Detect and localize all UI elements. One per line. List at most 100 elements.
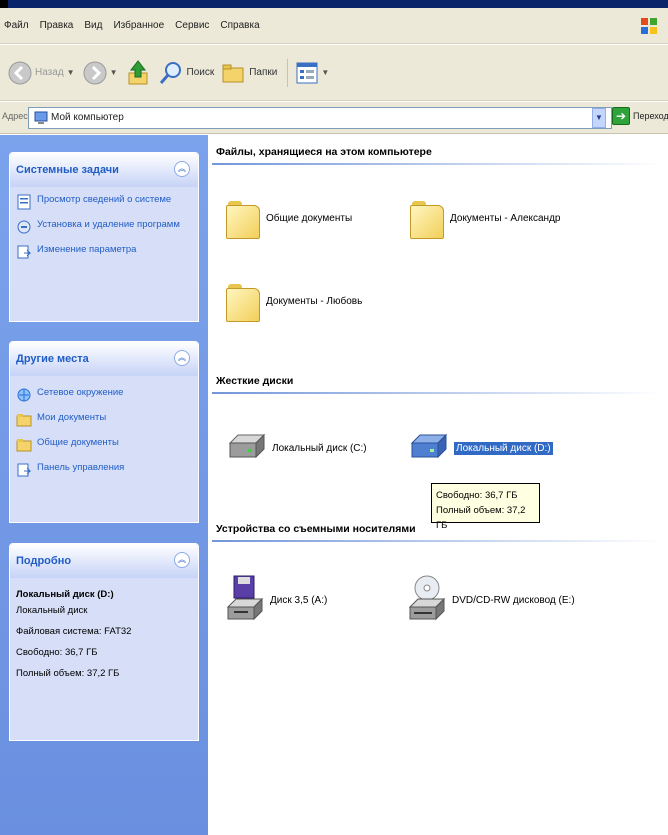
other-places-title: Другие места <box>16 353 89 365</box>
tooltip-free-space: Свободно: 36,7 ГБ <box>436 490 518 501</box>
task-pane: Системные задачи ︽ Просмотр сведений о с… <box>0 135 208 835</box>
folder-documents-alexander-label: Документы - Александр <box>450 212 561 224</box>
forward-dropdown-icon[interactable]: ▼ <box>110 68 118 77</box>
task-change-setting[interactable]: Изменение параметра <box>16 243 193 260</box>
system-info-icon <box>17 194 31 210</box>
windows-logo-icon <box>641 18 657 34</box>
folder-shared-documents-label: Общие документы <box>266 212 353 224</box>
details-free-space: Свободно: 36,7 ГБ <box>16 647 98 658</box>
control-panel-icon <box>17 463 32 477</box>
folder-documents-lyubov[interactable]: Документы - Любовь <box>226 280 362 322</box>
title-bar-corner <box>0 0 8 8</box>
task-system-info[interactable]: Просмотр сведений о системе <box>16 193 193 210</box>
menu-file[interactable]: Файл <box>4 20 29 31</box>
tooltip-total-size: Полный объем: 37,2 ГБ <box>436 505 526 531</box>
place-network[interactable]: Сетевое окружение <box>16 386 193 403</box>
go-arrow-icon: ➔ <box>612 107 630 125</box>
details-total-size: Полный объем: 37,2 ГБ <box>16 668 120 679</box>
task-add-remove-programs[interactable]: Установка и удаление программ <box>16 218 193 235</box>
group-removable-divider <box>212 540 664 542</box>
drive-d[interactable]: Локальный диск (D:) <box>408 431 553 465</box>
details-filesystem: Файловая система: FAT32 <box>16 626 132 637</box>
folder-documents-lyubov-label: Документы - Любовь <box>266 295 363 307</box>
other-places-header[interactable]: Другие места ︽ <box>10 342 198 376</box>
address-bar: Адрес: Мой компьютер ▼ ➔ Переход <box>0 102 668 134</box>
details-title: Подробно <box>16 555 72 567</box>
place-shared-documents-label: Общие документы <box>37 437 119 448</box>
group-removable-title: Устройства со съемными носителями <box>216 523 416 535</box>
forward-arrow-icon <box>83 61 107 84</box>
menu-favorites[interactable]: Избранное <box>113 20 164 31</box>
hard-drive-icon <box>228 433 266 459</box>
collapse-chevron-icon[interactable]: ︽ <box>174 161 190 177</box>
drive-e-label: DVD/CD-RW дисковод (E:) <box>452 594 575 606</box>
task-add-remove-label: Установка и удаление программ <box>37 219 180 230</box>
task-change-setting-label: Изменение параметра <box>37 244 137 255</box>
system-tasks-header[interactable]: Системные задачи ︽ <box>10 153 198 187</box>
title-bar <box>0 0 668 8</box>
views-button[interactable]: ▼ <box>296 62 329 84</box>
back-dropdown-icon[interactable]: ▼ <box>67 68 75 77</box>
forward-button[interactable]: ▼ <box>83 61 118 85</box>
drive-c[interactable]: Локальный диск (C:) <box>226 431 367 465</box>
views-icon <box>296 62 318 83</box>
details-panel: Подробно ︽ Локальный диск (D:) Локальный… <box>9 543 199 741</box>
go-button[interactable]: ➔ Переход <box>612 107 668 125</box>
back-label: Назад <box>35 67 64 78</box>
drive-a[interactable]: Диск 3,5 (A:) <box>226 575 327 625</box>
collapse-chevron-icon[interactable]: ︽ <box>174 552 190 568</box>
group-drives-title: Жесткие диски <box>216 375 294 387</box>
folder-documents-alexander[interactable]: Документы - Александр <box>410 197 560 239</box>
folder-icon <box>410 197 444 239</box>
place-control-panel[interactable]: Панель управления <box>16 461 193 478</box>
details-drive-name: Локальный диск (D:) <box>16 589 114 600</box>
views-dropdown-icon[interactable]: ▼ <box>321 68 329 77</box>
place-my-documents-label: Мои документы <box>37 412 107 423</box>
drive-c-label: Локальный диск (C:) <box>272 442 367 454</box>
place-shared-documents[interactable]: Общие документы <box>16 436 193 453</box>
group-drives-divider <box>212 392 664 394</box>
folder-icon <box>226 197 260 239</box>
address-input[interactable]: Мой компьютер <box>28 107 612 129</box>
add-remove-programs-icon <box>17 220 31 234</box>
drive-tooltip: Свободно: 36,7 ГБ Полный объем: 37,2 ГБ <box>431 483 540 531</box>
drive-a-label: Диск 3,5 (A:) <box>270 594 328 606</box>
go-label: Переход <box>633 111 668 121</box>
my-documents-folder-icon <box>16 414 32 427</box>
group-files-divider <box>212 163 664 165</box>
content-pane: Файлы, хранящиеся на этом компьютере Общ… <box>208 135 668 835</box>
group-files-title: Файлы, хранящиеся на этом компьютере <box>216 146 432 158</box>
back-arrow-icon <box>8 61 32 84</box>
menu-help[interactable]: Справка <box>220 20 259 31</box>
folders-icon <box>222 64 244 82</box>
system-tasks-title: Системные задачи <box>16 164 119 176</box>
up-button[interactable] <box>126 59 150 86</box>
network-places-icon <box>17 388 31 402</box>
folder-shared-documents[interactable]: Общие документы <box>226 197 352 239</box>
place-my-documents[interactable]: Мои документы <box>16 411 193 428</box>
details-header[interactable]: Подробно ︽ <box>10 544 198 578</box>
up-folder-icon <box>128 59 147 84</box>
drive-e[interactable]: DVD/CD-RW дисковод (E:) <box>408 575 575 625</box>
menu-tools[interactable]: Сервис <box>175 20 209 31</box>
folder-icon <box>226 280 260 322</box>
search-icon <box>159 61 181 84</box>
toolbar-separator <box>287 58 289 87</box>
address-dropdown-icon[interactable]: ▼ <box>592 108 606 128</box>
back-button[interactable]: Назад ▼ <box>8 61 75 85</box>
menu-edit[interactable]: Правка <box>40 20 74 31</box>
folders-button[interactable]: Папки <box>222 62 277 84</box>
task-system-info-label: Просмотр сведений о системе <box>37 194 172 205</box>
drive-d-label: Локальный диск (D:) <box>454 441 553 455</box>
place-control-panel-label: Панель управления <box>37 462 125 473</box>
collapse-chevron-icon[interactable]: ︽ <box>174 350 190 366</box>
address-value: Мой компьютер <box>51 112 124 123</box>
search-button[interactable]: Поиск <box>158 60 215 86</box>
menu-bar: Файл Правка Вид Избранное Сервис Справка <box>0 8 668 44</box>
change-setting-icon <box>17 245 32 259</box>
menu-view[interactable]: Вид <box>84 20 102 31</box>
address-label: Адрес: <box>2 111 31 121</box>
search-label: Поиск <box>186 67 215 78</box>
my-computer-icon <box>34 111 48 124</box>
place-network-label: Сетевое окружение <box>37 387 124 398</box>
